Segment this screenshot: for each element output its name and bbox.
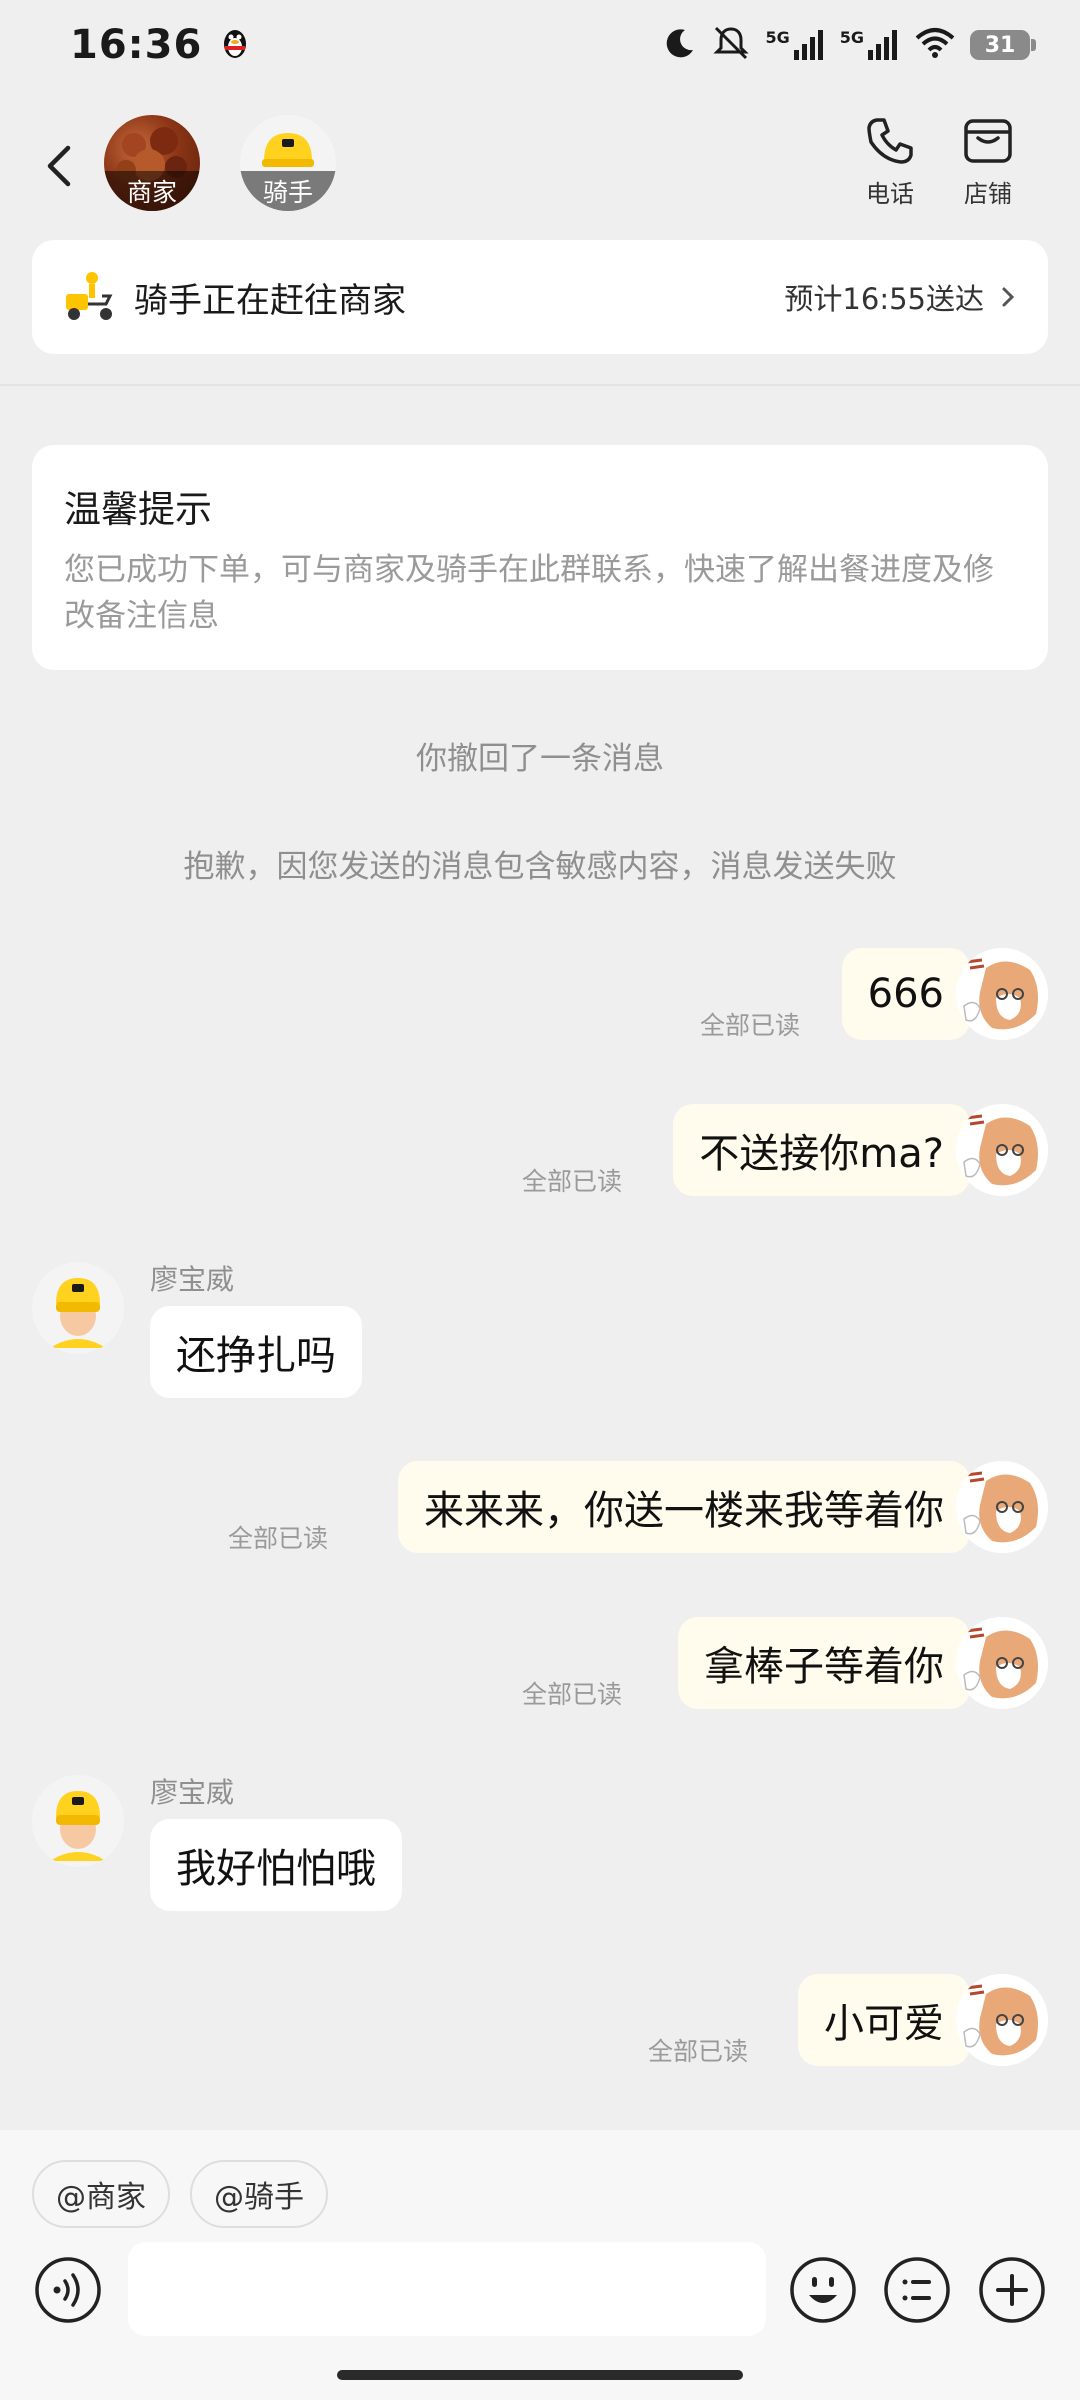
read-status: 全部已读 — [647, 2037, 748, 2066]
status-bar: 16:36 5G 5G 31 — [0, 0, 1080, 90]
cat-avatar-image — [956, 1461, 1048, 1553]
message-bubble-out[interactable]: 小可爱 — [798, 1974, 970, 2066]
message-bubble-out[interactable]: 来来来，你送一楼来我等着你 — [398, 1461, 970, 1553]
rider-helmet-icon — [32, 1262, 124, 1354]
read-status: 全部已读 — [227, 1524, 328, 1553]
phone-button[interactable]: 电话 — [850, 114, 930, 209]
plus-icon — [979, 2257, 1045, 2323]
chat-header: 商家 骑手 电话 店铺 — [0, 100, 1080, 230]
message-row-out: 全部已读 666 — [0, 948, 1080, 1048]
self-avatar[interactable] — [956, 1104, 1048, 1196]
merchant-avatar[interactable]: 商家 — [104, 115, 200, 211]
emoji-button[interactable] — [788, 2255, 858, 2325]
message-bubble-in[interactable]: 还挣扎吗 — [150, 1306, 362, 1398]
system-message-recalled: 你撤回了一条消息 — [416, 741, 664, 777]
tip-title: 温馨提示 — [64, 488, 212, 531]
signal-5g-icon-2: 5G — [840, 28, 900, 62]
message-input[interactable] — [128, 2242, 766, 2336]
shop-label: 店铺 — [964, 180, 1012, 208]
delivery-status-text: 骑手正在赶往商家 — [134, 280, 406, 321]
chevron-left-icon — [47, 145, 71, 187]
message-row-out: 全部已读 来来来，你送一楼来我等着你 — [0, 1461, 1080, 1561]
message-bubble-out[interactable]: 666 — [841, 948, 970, 1040]
mute-bell-icon — [711, 25, 751, 65]
rider-chat-avatar[interactable] — [32, 1775, 124, 1867]
wifi-icon — [914, 26, 956, 64]
network-label-2: 5G — [839, 28, 864, 47]
shop-button[interactable]: 店铺 — [948, 114, 1028, 209]
emoji-icon — [790, 2257, 856, 2323]
self-avatar[interactable] — [956, 948, 1048, 1040]
message-bubble-in[interactable]: 我好怕怕哦 — [150, 1819, 402, 1911]
more-button[interactable] — [977, 2255, 1047, 2325]
rider-helmet-icon — [32, 1775, 124, 1867]
rider-chat-avatar[interactable] — [32, 1262, 124, 1354]
cat-avatar-image — [956, 948, 1048, 1040]
read-status: 全部已读 — [521, 1167, 622, 1196]
qq-penguin-icon — [220, 26, 250, 64]
list-icon — [884, 2257, 950, 2323]
network-label-1: 5G — [765, 28, 790, 47]
rider-avatar-caption: 骑手 — [240, 171, 336, 211]
self-avatar[interactable] — [956, 1461, 1048, 1553]
read-status: 全部已读 — [521, 1680, 622, 1709]
message-row-in: 廖宝威 还挣扎吗 — [0, 1258, 1080, 1408]
message-row-out: 全部已读 拿棒子等着你 — [0, 1617, 1080, 1717]
message-bubble-out[interactable]: 拿棒子等着你 — [678, 1617, 970, 1709]
shop-icon — [964, 119, 1012, 163]
section-divider — [0, 384, 1080, 386]
rider-avatar[interactable]: 骑手 — [240, 115, 336, 211]
status-time: 16:36 — [70, 22, 203, 68]
read-status: 全部已读 — [699, 1011, 800, 1040]
voice-button[interactable] — [33, 2255, 103, 2325]
message-row-in: 廖宝威 我好怕怕哦 — [0, 1771, 1080, 1921]
message-row-out: 全部已读 不送接你ma? — [0, 1104, 1080, 1204]
voice-icon — [35, 2257, 101, 2323]
battery-indicator: 31 — [970, 30, 1036, 60]
cat-avatar-image — [956, 1974, 1048, 2066]
mention-rider-chip[interactable]: @骑手 — [190, 2160, 328, 2228]
quick-reply-button[interactable] — [882, 2255, 952, 2325]
phone-icon — [867, 118, 913, 164]
composer-area: @商家 @骑手 — [0, 2130, 1080, 2400]
delivery-scooter-icon — [66, 272, 113, 320]
moon-icon — [663, 26, 697, 64]
back-button[interactable] — [36, 136, 86, 196]
signal-5g-icon-1: 5G — [765, 28, 825, 62]
mention-merchant-chip[interactable]: @商家 — [32, 2160, 170, 2228]
delivery-status-banner[interactable]: 骑手正在赶往商家 预计16:55送达 — [32, 240, 1048, 354]
cat-avatar-image — [956, 1617, 1048, 1709]
home-indicator[interactable] — [337, 2370, 743, 2380]
chevron-right-icon — [1002, 287, 1015, 307]
message-row-out: 全部已读 小可爱 — [0, 1974, 1080, 2074]
message-bubble-out[interactable]: 不送接你ma? — [673, 1104, 970, 1196]
self-avatar[interactable] — [956, 1617, 1048, 1709]
tip-body: 您已成功下单，可与商家及骑手在此群联系，快速了解出餐进度及修改备注信息 — [64, 552, 994, 634]
sender-name: 廖宝威 — [150, 1776, 235, 1809]
system-message-send-failed: 抱歉，因您发送的消息包含敏感内容，消息发送失败 — [183, 849, 897, 885]
cat-avatar-image — [956, 1104, 1048, 1196]
eta-text: 预计16:55送达 — [784, 282, 984, 316]
merchant-avatar-caption: 商家 — [104, 171, 200, 211]
tip-card: 温馨提示 您已成功下单，可与商家及骑手在此群联系，快速了解出餐进度及修改备注信息 — [32, 445, 1048, 670]
self-avatar[interactable] — [956, 1974, 1048, 2066]
sender-name: 廖宝威 — [150, 1263, 235, 1296]
phone-label: 电话 — [866, 180, 914, 208]
